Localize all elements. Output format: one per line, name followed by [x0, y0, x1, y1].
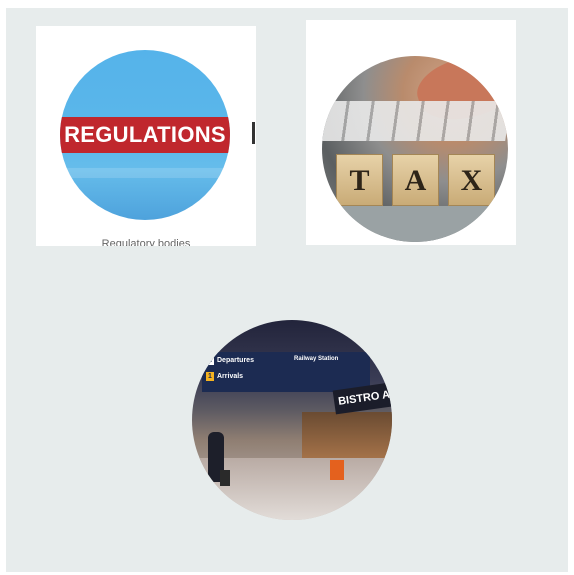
regulations-card[interactable]: REGULATIONS Regulatory bodies — [36, 26, 256, 246]
regulations-image[interactable]: REGULATIONS — [60, 50, 230, 220]
arrivals-label: Arrivals — [217, 373, 244, 380]
keyboard-shape — [322, 101, 508, 141]
railway-label: Railway Station — [294, 356, 339, 362]
tax-block-a: A — [392, 154, 439, 206]
arrivals-row: 1 Arrivals — [206, 372, 243, 382]
orange-suitcase-shape — [330, 460, 344, 480]
regulations-water — [60, 168, 230, 178]
departures-number: 1 — [206, 356, 214, 365]
tax-block-t: T — [336, 154, 383, 206]
regulations-banner: REGULATIONS — [60, 117, 230, 153]
airport-image[interactable]: 1 Departures 1 Arrivals Railway Station BI… — [192, 320, 392, 520]
tax-image[interactable]: T A X — [322, 56, 508, 242]
departures-row: 1 Departures — [206, 356, 254, 366]
arrivals-number: 1 — [206, 372, 214, 381]
shop-front — [302, 412, 392, 462]
departures-label: Departures — [217, 357, 254, 364]
card-edge-mark — [252, 122, 255, 144]
suitcase-shape — [220, 470, 230, 486]
regulations-caption: Regulatory bodies — [101, 238, 191, 246]
image-gallery: REGULATIONS Regulatory bodies T A X 1 Dep… — [6, 8, 568, 572]
table-surface — [322, 206, 508, 242]
tax-block-x: X — [448, 154, 495, 206]
tax-card[interactable]: T A X — [306, 20, 516, 245]
airport-sign: 1 Departures 1 Arrivals Railway Station — [202, 352, 370, 392]
